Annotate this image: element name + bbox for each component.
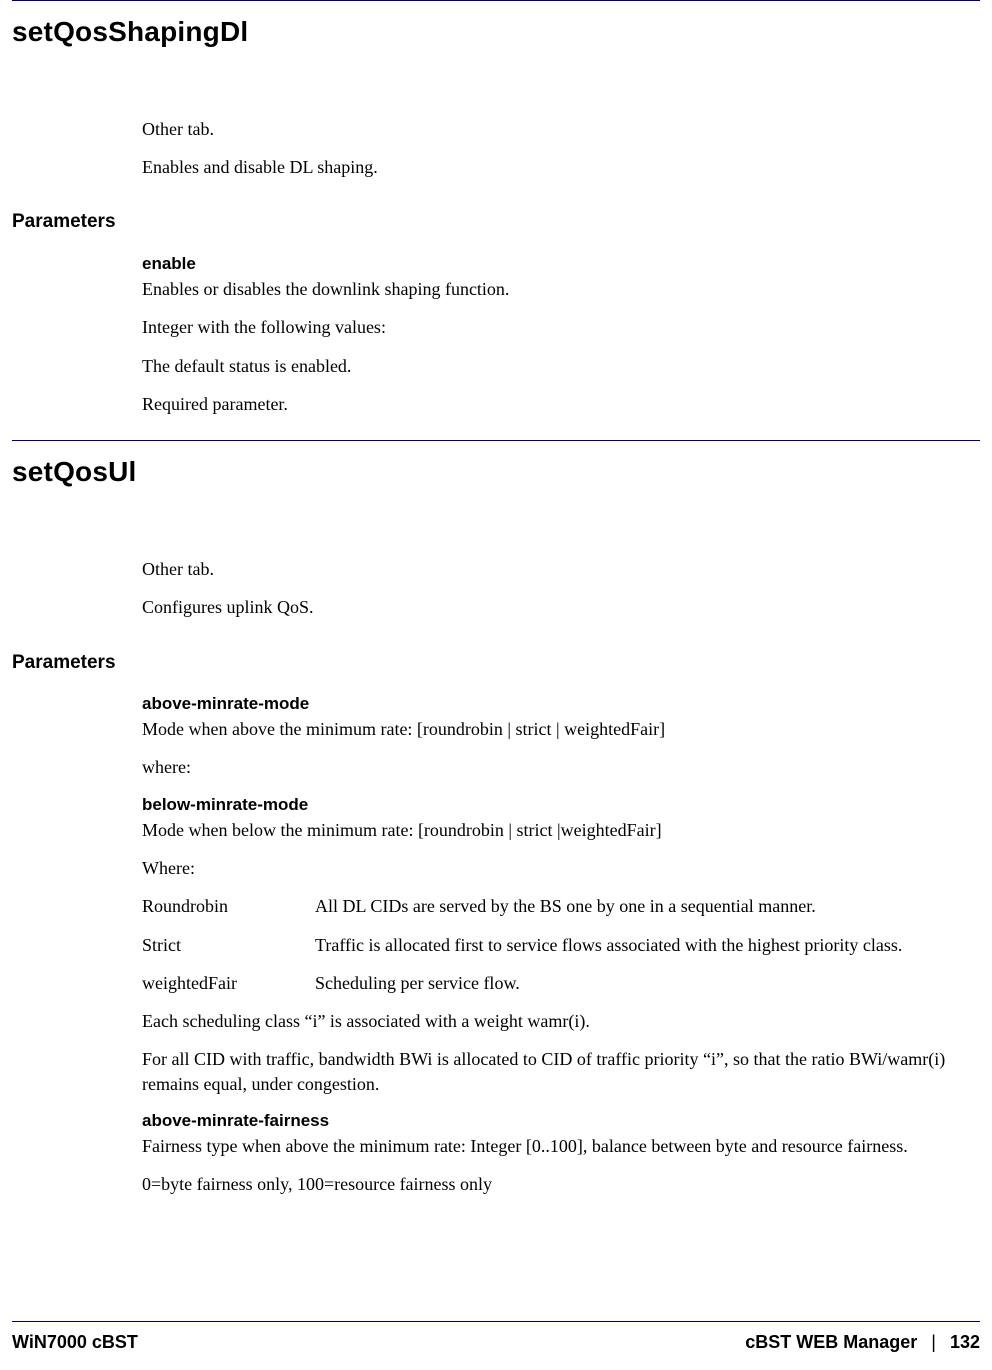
body-text: Where: (142, 856, 964, 880)
definition-term: Roundrobin (142, 894, 307, 918)
page: setQosShapingDl Other tab. Enables and d… (0, 0, 992, 1370)
param-desc: Enables or disables the downlink shaping… (142, 277, 964, 301)
body-text: Integer with the following values: (142, 315, 964, 339)
definition-row: Strict Traffic is allocated first to ser… (142, 933, 964, 957)
body-text: where: (142, 755, 964, 779)
param-name-below-minrate-mode: below-minrate-mode (142, 794, 964, 817)
definition-row: weightedFair Scheduling per service flow… (142, 971, 964, 995)
body-text: Other tab. (142, 557, 964, 581)
param-name-enable: enable (142, 253, 964, 276)
heading-setqosshapingdl: setQosShapingDl (0, 5, 992, 69)
definition-text: Scheduling per service flow. (315, 971, 964, 995)
param-desc: Mode when above the minimum rate: [round… (142, 717, 964, 741)
body-text: For all CID with traffic, bandwidth BWi … (142, 1047, 964, 1096)
body-text: Required parameter. (142, 392, 964, 416)
definition-text: Traffic is allocated first to service fl… (315, 933, 964, 957)
param-desc: Fairness type when above the minimum rat… (142, 1134, 964, 1158)
body-text: Each scheduling class “i” is associated … (142, 1009, 964, 1033)
definition-term: weightedFair (142, 971, 307, 995)
page-footer: WiN7000 cBST cBST WEB Manager | 132 (12, 1321, 980, 1354)
param-name-above-minrate-fairness: above-minrate-fairness (142, 1110, 964, 1133)
body-text: Configures uplink QoS. (142, 595, 964, 619)
footer-divider (12, 1321, 980, 1322)
footer-left: WiN7000 cBST (12, 1330, 138, 1354)
footer-title: cBST WEB Manager (745, 1330, 917, 1354)
definition-term: Strict (142, 933, 307, 957)
parameters-label: Parameters (0, 634, 992, 680)
param-name-above-minrate-mode: above-minrate-mode (142, 693, 964, 716)
section-divider (12, 0, 980, 1)
parameters-label: Parameters (0, 193, 992, 239)
footer-separator: | (931, 1330, 936, 1354)
footer-page-number: 132 (950, 1330, 980, 1354)
definition-list: Roundrobin All DL CIDs are served by the… (142, 894, 964, 995)
body-text: The default status is enabled. (142, 354, 964, 378)
definition-row: Roundrobin All DL CIDs are served by the… (142, 894, 964, 918)
param-desc: Mode when below the minimum rate: [round… (142, 818, 964, 842)
body-text: Other tab. (142, 117, 964, 141)
body-text: Enables and disable DL shaping. (142, 155, 964, 179)
section-divider (12, 440, 980, 441)
definition-text: All DL CIDs are served by the BS one by … (315, 894, 964, 918)
body-text: 0=byte fairness only, 100=resource fairn… (142, 1172, 964, 1196)
heading-setqosul: setQosUl (0, 445, 992, 509)
